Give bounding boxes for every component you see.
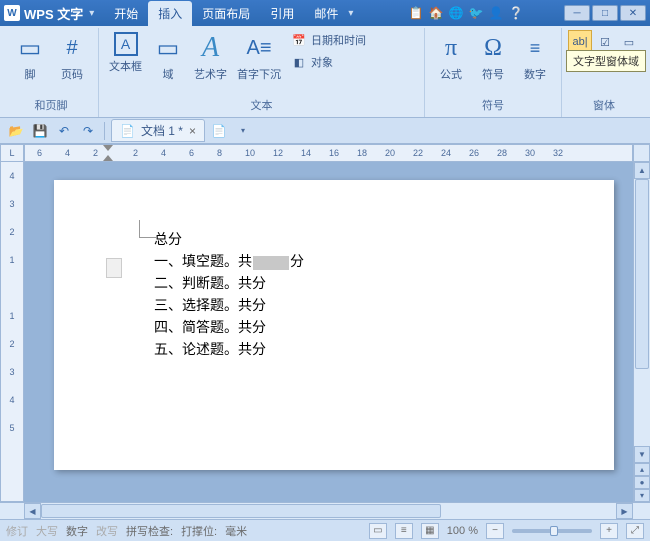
- document-area[interactable]: 总分 一、填空题。共分二、判断题。共分三、选择题。共分四、简答题。共分五、论述题…: [24, 162, 633, 502]
- redo-button[interactable]: ↷: [78, 121, 98, 141]
- qat-home-icon[interactable]: 🏠: [428, 5, 444, 21]
- text-form-field-icon: ab|: [572, 34, 588, 50]
- window-close[interactable]: ✕: [620, 5, 646, 21]
- document-tab[interactable]: 📄 文档 1 * ×: [111, 119, 205, 142]
- group-symbol: 符号: [431, 95, 555, 115]
- zoom-value[interactable]: 100 %: [447, 525, 478, 537]
- zoom-slider[interactable]: [512, 529, 592, 533]
- scroll-thumb-h[interactable]: [41, 504, 441, 518]
- scroll-down[interactable]: ▼: [634, 446, 650, 463]
- header-footer-button[interactable]: ▭ 脚: [10, 30, 50, 84]
- page-number-icon: #: [56, 32, 88, 64]
- doc-line: 五、论述题。共分: [154, 340, 534, 362]
- field-button[interactable]: ▭ 域: [148, 30, 188, 84]
- margin-icon: [106, 258, 122, 278]
- cursor-mark: [139, 220, 157, 238]
- qat-globe-icon[interactable]: 🌐: [448, 5, 464, 21]
- tab-insert[interactable]: 插入: [148, 1, 192, 26]
- pi-icon: π: [435, 32, 467, 64]
- status-unit-label: 打撑位:: [181, 523, 217, 539]
- symbol-button[interactable]: Ω 符号: [473, 30, 513, 84]
- dropdown-icon: ▭: [621, 34, 637, 50]
- scroll-left[interactable]: ◀: [24, 503, 41, 519]
- scrollbar-vertical[interactable]: ▲ ▼ ▴ ● ▾: [633, 162, 650, 502]
- wordart-icon: A: [195, 32, 227, 64]
- doc-line: 二、判断题。共分: [154, 274, 534, 296]
- ruler-horizontal[interactable]: 6 4 2 2 4 6 8 10 12 14 16 18 20 22 24 26…: [24, 144, 633, 162]
- dropcap-icon: A≡: [243, 32, 275, 64]
- status-spell[interactable]: 拼写检查:: [126, 523, 173, 539]
- zoom-out[interactable]: −: [486, 523, 504, 539]
- undo-button[interactable]: ↶: [54, 121, 74, 141]
- number-icon: ≡: [519, 32, 551, 64]
- dropcap-button[interactable]: A≡ 首字下沉: [233, 30, 285, 84]
- app-menu-dropdown[interactable]: ▾: [89, 8, 94, 19]
- ruler-vertical[interactable]: 432 11 234 5: [0, 162, 24, 502]
- tab-layout[interactable]: 页面布局: [192, 1, 260, 26]
- open-button[interactable]: 📂: [6, 121, 26, 141]
- prev-page[interactable]: ▴: [634, 463, 650, 476]
- tab-start[interactable]: 开始: [104, 1, 148, 26]
- doc-line: 一、填空题。共分: [154, 252, 534, 274]
- page[interactable]: 总分 一、填空题。共分二、判断题。共分三、选择题。共分四、简答题。共分五、论述题…: [54, 180, 614, 470]
- footer-icon: ▭: [14, 32, 46, 64]
- app-icon: W: [4, 5, 20, 21]
- ruler-corner[interactable]: L: [0, 144, 24, 162]
- field-icon: ▭: [152, 32, 184, 64]
- status-caps[interactable]: 大写: [36, 523, 58, 539]
- group-form: 窗体: [568, 95, 640, 115]
- zoom-handle[interactable]: [550, 526, 558, 536]
- page-number-button[interactable]: # 页码: [52, 30, 92, 84]
- doc-line: 三、选择题。共分: [154, 296, 534, 318]
- object-icon: ◧: [291, 54, 307, 70]
- app-title: WPS 文字: [24, 4, 83, 23]
- wordart-button[interactable]: A 艺术字: [190, 30, 231, 84]
- formula-button[interactable]: π 公式: [431, 30, 471, 84]
- status-unit[interactable]: 毫米: [225, 523, 247, 539]
- scroll-thumb-v[interactable]: [635, 179, 649, 369]
- doc-line: 四、简答题。共分: [154, 318, 534, 340]
- group-text: 文本: [105, 95, 418, 115]
- qat-user-icon[interactable]: 👤: [488, 5, 504, 21]
- doc-icon: 📄: [120, 124, 135, 138]
- view-print[interactable]: ▭: [369, 523, 387, 539]
- window-minimize[interactable]: ─: [564, 5, 590, 21]
- omega-icon: Ω: [477, 32, 509, 64]
- textbox-button[interactable]: A 文本框: [105, 30, 146, 76]
- tab-mail[interactable]: 邮件: [304, 1, 348, 26]
- scroll-right[interactable]: ▶: [616, 503, 633, 519]
- zoom-fit[interactable]: ⤢: [626, 523, 644, 539]
- tabs-more[interactable]: ▾: [348, 8, 353, 19]
- view-web[interactable]: ▦: [421, 523, 439, 539]
- doc-tab-close[interactable]: ×: [189, 124, 196, 138]
- status-ovr[interactable]: 改写: [96, 523, 118, 539]
- doc-title: 总分: [154, 230, 534, 252]
- calendar-icon: 📅: [291, 32, 307, 48]
- view-outline[interactable]: ≡: [395, 523, 413, 539]
- qat-help-icon[interactable]: ❔: [508, 5, 524, 21]
- object-button[interactable]: ◧ 对象: [287, 52, 370, 72]
- tab-reference[interactable]: 引用: [260, 1, 304, 26]
- datetime-button[interactable]: 📅 日期和时间: [287, 30, 370, 50]
- scroll-up[interactable]: ▲: [634, 162, 650, 179]
- save-button[interactable]: 💾: [30, 121, 50, 141]
- next-page[interactable]: ▾: [634, 489, 650, 502]
- status-num[interactable]: 数字: [66, 523, 88, 539]
- status-track[interactable]: 修订: [6, 523, 28, 539]
- new-doc-dd[interactable]: ▾: [233, 121, 253, 141]
- qat-copy-icon[interactable]: 📋: [408, 5, 424, 21]
- doc-tab-title: 文档 1 *: [141, 122, 183, 139]
- browse-object[interactable]: ●: [634, 476, 650, 489]
- indent-marker[interactable]: [103, 145, 113, 161]
- window-maximize[interactable]: □: [592, 5, 618, 21]
- zoom-in[interactable]: +: [600, 523, 618, 539]
- new-doc-button[interactable]: 📄: [209, 121, 229, 141]
- number-button[interactable]: ≡ 数字: [515, 30, 555, 84]
- textbox-icon: A: [114, 32, 138, 56]
- qat-bird-icon[interactable]: 🐦: [468, 5, 484, 21]
- group-header-footer: 和页脚: [10, 95, 92, 115]
- checkbox-icon: ☑: [597, 34, 613, 50]
- tooltip-text-form-field: 文字型窗体域: [566, 50, 646, 72]
